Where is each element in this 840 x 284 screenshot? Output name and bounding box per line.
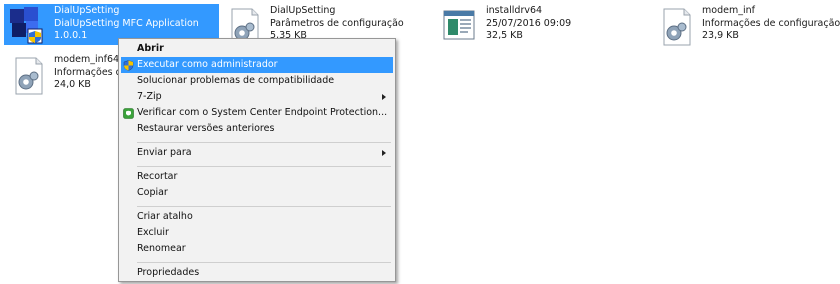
- file-size: 32,5 KB: [486, 30, 523, 41]
- endpoint-protection-icon: [123, 108, 134, 119]
- menu-separator: [137, 166, 391, 167]
- file-type: Informações d: [54, 66, 122, 78]
- menu-item-7zip[interactable]: 7-Zip: [121, 89, 393, 105]
- uac-shield-icon: [123, 60, 134, 71]
- executable-icon: [443, 10, 475, 40]
- file-name: modem_inf64: [54, 54, 120, 65]
- menu-separator: [137, 142, 391, 143]
- menu-item-executar-como-administrador[interactable]: Executar como administrador: [121, 57, 393, 73]
- menu-item-abrir[interactable]: Abrir: [121, 41, 393, 57]
- file-date: 25/07/2016 09:09: [486, 17, 572, 29]
- menu-item-excluir[interactable]: Excluir: [121, 225, 393, 241]
- menu-item-verificar-endpoint-protection[interactable]: Verificar com o System Center Endpoint P…: [121, 105, 393, 121]
- config-file-icon: [663, 8, 691, 46]
- menu-separator: [137, 262, 391, 263]
- menu-item-restaurar-versoes[interactable]: Restaurar versões anteriores: [121, 121, 393, 137]
- menu-item-solucionar-problemas[interactable]: Solucionar problemas de compatibilidade: [121, 73, 393, 89]
- menu-separator: [137, 206, 391, 207]
- file-name: DialUpSetting: [270, 5, 336, 16]
- submenu-arrow-icon: [382, 150, 386, 156]
- menu-item-propriedades[interactable]: Propriedades: [121, 265, 393, 281]
- application-icon: [10, 7, 43, 44]
- file-size: 23,9 KB: [702, 30, 739, 41]
- file-type: Parâmetros de configuração: [270, 17, 404, 29]
- file-name: installdrv64: [486, 5, 543, 16]
- file-name: modem_inf: [702, 5, 755, 16]
- file-type: Informações de configuração: [702, 17, 840, 29]
- context-menu: Abrir Executar como administrador Soluci…: [118, 38, 396, 282]
- menu-item-enviar-para[interactable]: Enviar para: [121, 145, 393, 161]
- menu-item-criar-atalho[interactable]: Criar atalho: [121, 209, 393, 225]
- menu-item-recortar[interactable]: Recortar: [121, 169, 393, 185]
- config-file-icon: [15, 57, 43, 95]
- submenu-arrow-icon: [382, 94, 386, 100]
- file-description: DialUpSetting MFC Application: [54, 17, 199, 29]
- menu-item-copiar[interactable]: Copiar: [121, 185, 393, 201]
- file-size: 24,0 KB: [54, 79, 91, 90]
- menu-item-renomear[interactable]: Renomear: [121, 241, 393, 257]
- file-name: DialUpSetting: [54, 5, 120, 16]
